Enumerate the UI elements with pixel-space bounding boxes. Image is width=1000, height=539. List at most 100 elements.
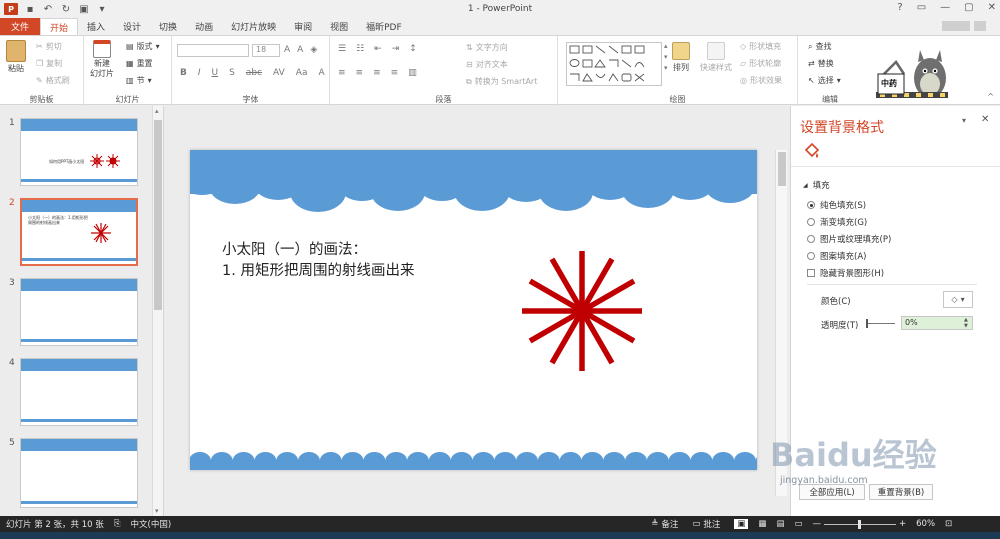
maximize-button[interactable]: ▢	[964, 2, 973, 13]
tab-insert[interactable]: 插入	[78, 18, 114, 35]
font-color-icon[interactable]: A	[318, 68, 324, 78]
gradient-fill-option[interactable]: 渐变填充(G)	[807, 216, 867, 228]
radio-button[interactable]	[807, 218, 815, 226]
slider-handle[interactable]	[866, 319, 868, 328]
collapse-ribbon-icon[interactable]: ^	[987, 92, 994, 101]
notes-button[interactable]: 备注	[661, 518, 678, 530]
solid-fill-option[interactable]: 纯色填充(S)	[807, 199, 866, 211]
slide-text-line-2[interactable]: 1. 用矩形把周围的射线画出来	[222, 259, 414, 280]
apply-to-all-button[interactable]: 全部应用(L)	[799, 484, 865, 500]
shrink-font-icon[interactable]: A	[297, 45, 303, 55]
smartart-button[interactable]: ⧉ 转换为 SmartArt	[466, 76, 537, 87]
minimize-button[interactable]: —	[940, 2, 950, 13]
close-button[interactable]: ✕	[988, 2, 996, 13]
fill-section-header[interactable]: ◢ 填充	[803, 179, 830, 191]
font-name-combo[interactable]	[177, 44, 249, 57]
tab-home[interactable]: 开始	[40, 18, 79, 35]
scrollbar-thumb[interactable]	[778, 152, 786, 186]
slide-sorter-icon[interactable]: ▦	[758, 519, 766, 529]
grow-font-icon[interactable]: A	[284, 45, 290, 55]
find-button[interactable]: ⌕ 查找	[808, 41, 831, 52]
replace-button[interactable]: ⇄ 替换	[808, 58, 834, 69]
shapes-gallery[interactable]	[566, 42, 662, 86]
shape-fill-button[interactable]: ◇ 形状填充	[740, 41, 781, 52]
text-direction-button[interactable]: ⇅ 文字方向	[466, 42, 508, 53]
slide-thumbnail-1[interactable]: 如何用PPT画小太阳	[20, 118, 138, 186]
zoom-slider-handle[interactable]	[858, 519, 861, 529]
columns-icon[interactable]: ▥	[408, 68, 417, 78]
comments-button[interactable]: 批注	[703, 518, 720, 530]
pattern-fill-option[interactable]: 图案填充(A)	[807, 250, 866, 262]
pane-options-chevron-icon[interactable]: ▾	[962, 116, 966, 125]
checkbox[interactable]	[807, 269, 815, 277]
transparency-slider[interactable]	[866, 319, 895, 328]
bold-icon[interactable]: B	[180, 68, 187, 78]
scrollbar-thumb[interactable]	[154, 120, 162, 310]
zoom-out-button[interactable]: —	[813, 519, 822, 529]
case-icon[interactable]: Aa	[296, 68, 308, 78]
tab-design[interactable]: 设计	[114, 18, 150, 35]
undo-icon[interactable]: ↶	[42, 3, 54, 15]
zoom-slider[interactable]	[824, 519, 896, 529]
fit-to-window-icon[interactable]: ⊡	[945, 519, 952, 529]
decrease-indent-icon[interactable]: ⇤	[374, 44, 382, 54]
current-slide[interactable]: 小太阳（一）的画法： 1. 用矩形把周围的射线画出来	[190, 150, 757, 470]
layout-button[interactable]: ▤ 版式 ▾	[126, 41, 160, 52]
align-left-icon[interactable]: ≡	[338, 68, 346, 78]
save-icon[interactable]: ▪	[24, 3, 36, 15]
slideshow-view-icon[interactable]: ▭	[794, 519, 802, 529]
radio-button[interactable]	[807, 252, 815, 260]
arrange-button[interactable]: 排列	[672, 42, 690, 73]
paste-button[interactable]: 粘贴	[6, 40, 26, 74]
spell-check-icon[interactable]: ⎘	[114, 519, 121, 529]
section-button[interactable]: ▥ 节 ▾	[126, 75, 152, 86]
hide-background-graphics[interactable]: 隐藏背景图形(H)	[807, 267, 884, 279]
language-status[interactable]: 中文(中国)	[131, 518, 172, 530]
shape-outline-button[interactable]: ▱ 形状轮廓	[740, 58, 781, 69]
picture-fill-option[interactable]: 图片或纹理填充(P)	[807, 233, 891, 245]
slide-thumbnail-4[interactable]	[20, 358, 138, 426]
font-size-combo[interactable]: 18	[252, 44, 280, 57]
slide-thumbnail-3[interactable]	[20, 278, 138, 346]
start-slideshow-icon[interactable]: ▣	[78, 3, 90, 15]
align-center-icon[interactable]: ≡	[356, 68, 364, 78]
slide-text-line-1[interactable]: 小太阳（一）的画法：	[222, 238, 367, 259]
spinner-icon[interactable]: ▲ ▼	[964, 317, 968, 329]
radio-button[interactable]	[807, 235, 815, 243]
numbering-icon[interactable]: ☷	[356, 44, 364, 54]
account-area[interactable]	[942, 21, 986, 31]
increase-indent-icon[interactable]: ⇥	[392, 44, 400, 54]
radio-button[interactable]	[807, 201, 815, 209]
help-button[interactable]: ?	[897, 2, 902, 13]
select-button[interactable]: ↖ 选择 ▾	[808, 75, 841, 86]
scroll-up-icon[interactable]: ▴	[155, 107, 159, 115]
shadow-icon[interactable]: S	[229, 68, 235, 78]
tab-slideshow[interactable]: 幻灯片放映	[222, 18, 285, 35]
reading-view-icon[interactable]: ▤	[776, 519, 784, 529]
thumbnails-scrollbar[interactable]: ▴ ▾	[152, 106, 163, 516]
sun-rays-shape[interactable]	[517, 246, 647, 376]
zoom-in-button[interactable]: +	[899, 519, 906, 529]
format-painter-button[interactable]: ✎ 格式刷	[36, 75, 70, 86]
justify-icon[interactable]: ≡	[391, 68, 399, 78]
zoom-level[interactable]: 60%	[916, 519, 935, 529]
slide-thumbnail-2[interactable]: 小太阳（一）的画法：1.用矩形把周围的射线画出来	[20, 198, 138, 266]
customize-chevron-icon[interactable]: ▾	[96, 3, 108, 15]
redo-icon[interactable]: ↻	[60, 3, 72, 15]
align-text-button[interactable]: ⊟ 对齐文本	[466, 59, 508, 70]
quick-styles-button[interactable]: 快速样式	[700, 42, 732, 73]
ribbon-display-button[interactable]: ▭	[917, 2, 926, 13]
strikethrough-icon[interactable]: abc	[246, 68, 262, 78]
new-slide-button[interactable]: 新建 幻灯片	[90, 40, 114, 79]
shape-effects-button[interactable]: ◎ 形状效果	[740, 75, 782, 86]
tab-file[interactable]: 文件	[0, 18, 40, 35]
tab-review[interactable]: 审阅	[285, 18, 321, 35]
clear-format-icon[interactable]: ◈	[310, 45, 317, 55]
tab-transitions[interactable]: 切换	[150, 18, 186, 35]
scroll-down-icon[interactable]: ▾	[155, 507, 159, 515]
color-picker-button[interactable]: ◇ ▾	[943, 291, 973, 308]
tab-animations[interactable]: 动画	[186, 18, 222, 35]
underline-icon[interactable]: U	[212, 68, 219, 78]
cut-button[interactable]: ✂ 剪切	[36, 41, 62, 52]
bullets-icon[interactable]: ☰	[338, 44, 346, 54]
